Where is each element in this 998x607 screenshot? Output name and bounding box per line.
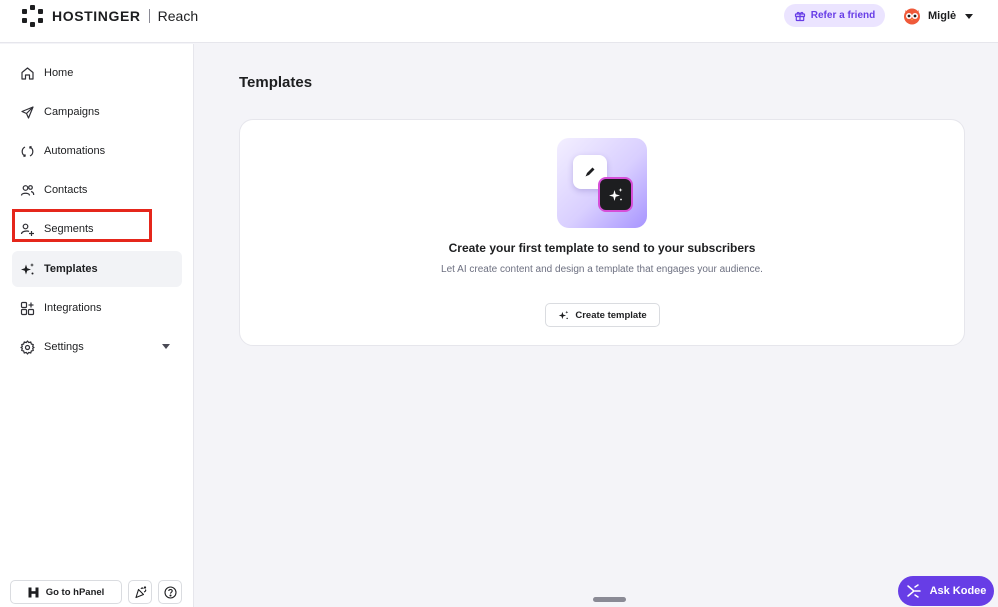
sparkles-icon xyxy=(559,310,569,319)
sidebar-item-campaigns[interactable]: Campaigns xyxy=(12,94,182,130)
scroll-handle[interactable] xyxy=(593,597,626,602)
send-icon xyxy=(19,104,35,120)
chevron-down-icon xyxy=(162,344,170,349)
owl-avatar-icon xyxy=(904,8,920,25)
go-to-hpanel-button[interactable]: Go to hPanel xyxy=(10,580,122,604)
users-icon xyxy=(19,182,35,198)
grid-plus-icon xyxy=(19,300,35,316)
sidebar-item-label: Campaigns xyxy=(44,106,100,118)
sidebar-item-label: Templates xyxy=(44,263,98,275)
sidebar-item-integrations[interactable]: Integrations xyxy=(12,290,182,326)
sidebar-item-contacts[interactable]: Contacts xyxy=(12,172,182,208)
sidebar: Home Campaigns Automations Contacts Segm… xyxy=(0,44,194,607)
sidebar-item-label: Settings xyxy=(44,341,84,353)
refer-friend-label: Refer a friend xyxy=(810,10,876,21)
sidebar-item-label: Integrations xyxy=(44,302,102,314)
sidebar-item-settings[interactable]: Settings xyxy=(12,329,182,365)
sidebar-item-templates[interactable]: Templates xyxy=(12,251,182,287)
whats-new-button[interactable] xyxy=(128,580,152,604)
ask-kodee-label: Ask Kodee xyxy=(929,585,987,597)
logo-divider xyxy=(148,9,150,23)
page-title: Templates xyxy=(239,74,313,91)
hostinger-logo-mark xyxy=(22,5,44,27)
go-to-hpanel-label: Go to hPanel xyxy=(45,586,105,598)
hostinger-logo[interactable]: HOSTINGER Reach xyxy=(22,5,199,27)
create-template-button[interactable]: Create template xyxy=(545,303,660,327)
sparkles-icon xyxy=(598,177,633,212)
user-plus-icon xyxy=(19,221,35,237)
sidebar-item-label: Contacts xyxy=(44,184,88,196)
gear-icon xyxy=(19,339,35,355)
kodee-icon xyxy=(906,584,921,598)
sparkles-icon xyxy=(19,261,35,277)
help-button[interactable] xyxy=(158,580,182,604)
sidebar-item-automations[interactable]: Automations xyxy=(12,133,182,169)
empty-state-heading: Create your first template to send to yo… xyxy=(448,241,756,255)
empty-state-card: Create your first template to send to yo… xyxy=(239,119,965,346)
sidebar-item-segments[interactable]: Segments xyxy=(12,211,182,247)
refresh-icon xyxy=(19,143,35,159)
sidebar-item-label: Segments xyxy=(44,223,94,235)
chevron-down-icon xyxy=(965,13,974,19)
gift-icon xyxy=(794,11,805,21)
party-popper-icon xyxy=(134,585,146,598)
ask-kodee-button[interactable]: Ask Kodee xyxy=(898,576,994,606)
user-menu[interactable]: Miglė xyxy=(903,6,974,26)
refer-friend-button[interactable]: Refer a friend xyxy=(784,4,885,27)
user-name: Miglė xyxy=(928,10,957,22)
brand-name: HOSTINGER xyxy=(52,8,141,24)
empty-state-description: Let AI create content and design a templ… xyxy=(441,264,763,275)
hpanel-icon xyxy=(28,587,39,597)
top-bar: HOSTINGER Reach Refer a friend Miglė xyxy=(0,0,998,43)
product-name: Reach xyxy=(157,8,199,24)
sidebar-item-label: Home xyxy=(44,67,74,79)
help-icon xyxy=(163,585,177,599)
create-template-label: Create template xyxy=(575,309,647,321)
sidebar-item-label: Automations xyxy=(44,145,106,157)
home-icon xyxy=(19,65,35,81)
template-illustration xyxy=(557,138,647,228)
sidebar-item-home[interactable]: Home xyxy=(12,55,182,91)
